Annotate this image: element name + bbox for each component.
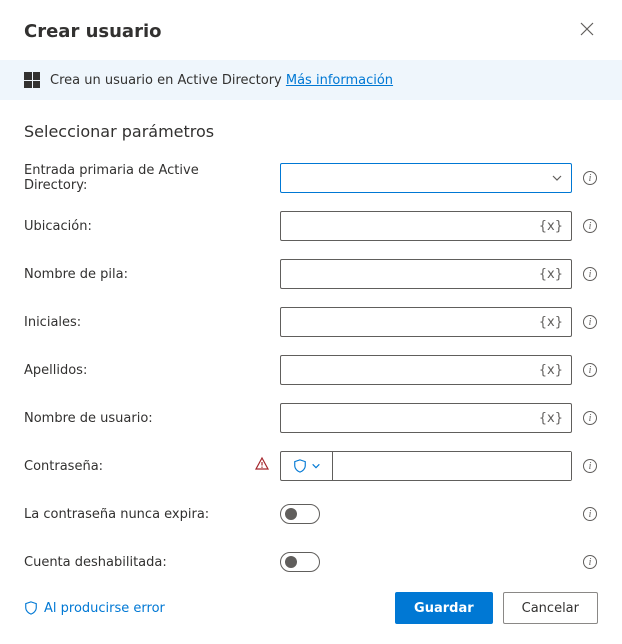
row-password: Contraseña: i (24, 451, 598, 481)
row-first-name: Nombre de pila: {x} i (24, 259, 598, 289)
row-username: Nombre de usuario: {x} i (24, 403, 598, 433)
label-username: Nombre de usuario: (24, 411, 254, 426)
location-input[interactable] (289, 219, 533, 234)
username-input-wrap: {x} (280, 403, 572, 433)
footer-actions: Guardar Cancelar (395, 592, 598, 624)
banner-text: Crea un usuario en Active Directory (50, 73, 282, 88)
label-disabled: Cuenta deshabilitada: (24, 555, 254, 570)
first-name-input[interactable] (289, 267, 533, 282)
first-name-input-wrap: {x} (280, 259, 572, 289)
row-disabled: Cuenta deshabilitada: i (24, 547, 598, 576)
close-button[interactable] (576, 18, 598, 44)
dialog-title: Crear usuario (24, 21, 162, 42)
on-error-link[interactable]: Al producirse error (24, 601, 165, 616)
info-icon[interactable]: i (583, 459, 597, 473)
row-last-name: Apellidos: {x} i (24, 355, 598, 385)
password-input[interactable] (333, 452, 571, 480)
close-icon (580, 22, 594, 36)
info-icon[interactable]: i (583, 411, 597, 425)
row-location: Ubicación: {x} i (24, 211, 598, 241)
variable-token-icon[interactable]: {x} (533, 411, 563, 426)
windows-logo-icon (24, 72, 40, 88)
label-initials: Iniciales: (24, 315, 254, 330)
variable-token-icon[interactable]: {x} (533, 363, 563, 378)
initials-input-wrap: {x} (280, 307, 572, 337)
last-name-input[interactable] (289, 363, 533, 378)
account-disabled-toggle[interactable] (280, 552, 320, 572)
shield-icon (293, 459, 307, 473)
row-initials: Iniciales: {x} i (24, 307, 598, 337)
label-last-name: Apellidos: (24, 363, 254, 378)
last-name-input-wrap: {x} (280, 355, 572, 385)
warning-icon (254, 456, 270, 476)
row-never-expires: La contraseña nunca expira: i (24, 499, 598, 529)
info-icon[interactable]: i (583, 363, 597, 377)
section-title: Seleccionar parámetros (24, 122, 598, 141)
never-expires-toggle[interactable] (280, 504, 320, 524)
cancel-button[interactable]: Cancelar (503, 592, 598, 624)
username-input[interactable] (289, 411, 533, 426)
variable-token-icon[interactable]: {x} (533, 267, 563, 282)
info-icon[interactable]: i (583, 315, 597, 329)
variable-token-icon[interactable]: {x} (533, 219, 563, 234)
row-ad-entry: Entrada primaria de Active Directory: i (24, 163, 598, 193)
dialog-header: Crear usuario (0, 0, 622, 60)
info-banner: Crea un usuario en Active Directory Más … (0, 60, 622, 100)
location-input-wrap: {x} (280, 211, 572, 241)
label-never-expires: La contraseña nunca expira: (24, 507, 254, 522)
variable-token-icon[interactable]: {x} (533, 315, 563, 330)
label-location: Ubicación: (24, 219, 254, 234)
initials-input[interactable] (289, 315, 533, 330)
dialog-footer: Al producirse error Guardar Cancelar (0, 576, 622, 644)
label-first-name: Nombre de pila: (24, 267, 254, 282)
info-icon[interactable]: i (583, 267, 597, 281)
label-password: Contraseña: (24, 459, 254, 474)
shield-outline-icon (24, 601, 38, 615)
info-icon[interactable]: i (583, 507, 597, 521)
more-info-link[interactable]: Más información (286, 73, 393, 88)
info-icon[interactable]: i (583, 555, 597, 569)
on-error-label: Al producirse error (44, 601, 165, 616)
password-input-wrap (280, 451, 572, 481)
password-mode-button[interactable] (281, 452, 333, 480)
main-content: Seleccionar parámetros Entrada primaria … (0, 100, 622, 576)
info-icon[interactable]: i (583, 171, 597, 185)
ad-entry-dropdown[interactable] (280, 163, 572, 193)
info-icon[interactable]: i (583, 219, 597, 233)
save-button[interactable]: Guardar (395, 592, 493, 624)
chevron-down-icon (311, 461, 321, 471)
label-ad-entry: Entrada primaria de Active Directory: (24, 163, 254, 193)
chevron-down-icon (551, 172, 563, 184)
